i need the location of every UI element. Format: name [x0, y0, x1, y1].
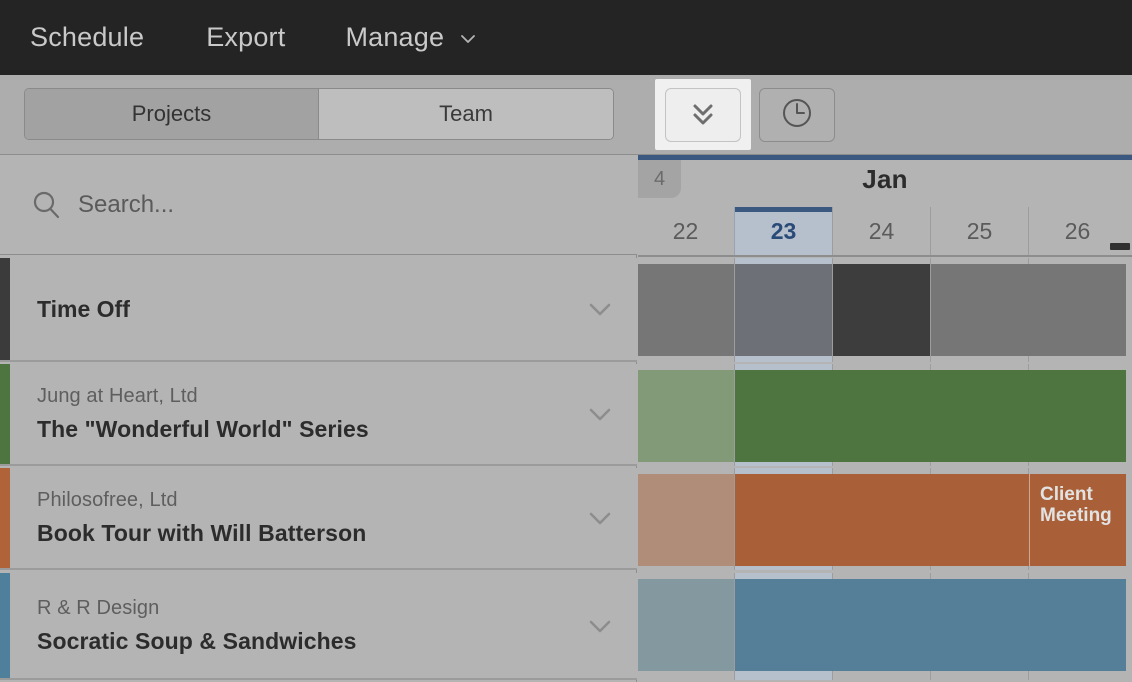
view-mode-segmented-control[interactable]: Projects Team: [24, 88, 614, 140]
chevron-down-icon[interactable]: [583, 501, 617, 535]
day-header-cell[interactable]: 24: [832, 207, 930, 255]
day-header-label: 24: [868, 217, 895, 244]
row-project-title: The "Wonderful World" Series: [37, 416, 369, 442]
day-header-cell[interactable]: 22: [638, 207, 734, 255]
nav-item-label: Export: [206, 22, 286, 52]
row-text: Time Off: [37, 296, 130, 323]
tab-team[interactable]: Team: [319, 89, 613, 139]
row-project-title: Time Off: [37, 295, 130, 322]
timeline-row: [638, 258, 1132, 362]
day-header-label: 22: [672, 217, 699, 244]
day-header-cell[interactable]: 25: [930, 207, 1028, 255]
timeline-row: [638, 573, 1132, 680]
row-accent-bar: [0, 573, 10, 678]
chevron-down-icon: [458, 29, 478, 49]
row-text: Jung at Heart, Ltd The "Wonderful World" …: [37, 385, 369, 443]
allocation-bar[interactable]: [931, 264, 1126, 356]
event-chip[interactable]: Client Meeting: [1029, 474, 1126, 566]
row-content: Philosofree, Ltd Book Tour with Will Batt…: [10, 468, 637, 568]
row-accent-bar: [0, 468, 10, 568]
horizontal-scrollbar[interactable]: [1110, 243, 1130, 250]
search-icon: [30, 189, 62, 221]
timeline-button[interactable]: [759, 88, 835, 142]
month-label: Jan: [862, 164, 908, 194]
allocation-bar[interactable]: [638, 264, 734, 356]
project-row[interactable]: R & R Design Socratic Soup & Sandwiches: [0, 573, 637, 680]
allocation-bar[interactable]: [638, 370, 734, 462]
allocation-bar[interactable]: [735, 579, 1126, 671]
row-client-name: R & R Design: [37, 596, 160, 619]
day-header-label: 23: [770, 217, 797, 244]
timeline-accent-bar: [638, 155, 1132, 160]
row-project-title: Book Tour with Will Batterson: [37, 520, 367, 546]
nav-item-label: Schedule: [30, 22, 145, 52]
clock-icon: [779, 95, 815, 136]
tab-projects-label: Projects: [131, 101, 212, 126]
project-row[interactable]: Jung at Heart, Ltd The "Wonderful World" …: [0, 364, 637, 466]
chevron-down-icon[interactable]: [583, 397, 617, 431]
day-header-label: 26: [1064, 217, 1091, 244]
allocation-bar[interactable]: [735, 370, 1126, 462]
timeline-panel: 4 Jan 22 23 24 25 26 Client Meeting: [638, 155, 1132, 682]
row-text: Philosofree, Ltd Book Tour with Will Batt…: [37, 489, 366, 547]
collapse-all-button[interactable]: [665, 88, 741, 142]
project-row[interactable]: Philosofree, Ltd Book Tour with Will Batt…: [0, 468, 637, 570]
header-divider: [638, 255, 1132, 257]
timeline-row: [638, 364, 1132, 466]
nav-item-schedule[interactable]: Schedule: [30, 0, 144, 75]
chevron-down-icon[interactable]: [583, 609, 617, 643]
double-chevron-down-icon: [686, 98, 720, 133]
toolbar: Projects Team: [0, 75, 1132, 155]
row-client-name: Jung at Heart, Ltd: [37, 385, 198, 407]
allocation-bar[interactable]: [833, 264, 930, 356]
day-header-label: 25: [966, 217, 993, 244]
row-content: Jung at Heart, Ltd The "Wonderful World" …: [10, 364, 637, 464]
day-header-cell[interactable]: 23: [734, 207, 832, 255]
allocation-bar[interactable]: [735, 264, 832, 356]
top-navbar: Schedule Export Manage: [0, 0, 1132, 75]
row-accent-bar: [0, 258, 10, 360]
allocation-bar[interactable]: [638, 474, 734, 566]
tab-team-label: Team: [439, 101, 493, 126]
row-project-title: Socratic Soup & Sandwiches: [37, 627, 357, 654]
chevron-down-icon[interactable]: [583, 292, 617, 326]
search-row: [0, 155, 637, 255]
event-chip-label: Client Meeting: [1040, 484, 1112, 527]
timeline-row: Client Meeting: [638, 468, 1132, 570]
search-input[interactable]: [78, 190, 558, 219]
allocation-bar[interactable]: [638, 579, 734, 671]
nav-item-label: Manage: [345, 22, 445, 52]
row-accent-bar: [0, 364, 10, 464]
tab-projects[interactable]: Projects: [25, 89, 319, 139]
row-content: Time Off: [10, 258, 637, 360]
row-text: R & R Design Socratic Soup & Sandwiches: [37, 597, 357, 655]
toolbar-button-group: [655, 75, 835, 155]
project-list-panel: Time Off Jung at Heart, Ltd The "Wonderful…: [0, 155, 637, 682]
nav-item-manage[interactable]: Manage: [345, 0, 478, 75]
nav-item-export[interactable]: Export: [206, 0, 285, 75]
project-row[interactable]: Time Off: [0, 258, 637, 362]
row-client-name: Philosofree, Ltd: [37, 489, 178, 511]
row-content: R & R Design Socratic Soup & Sandwiches: [10, 573, 637, 678]
day-header: 22 23 24 25 26: [638, 207, 1132, 255]
